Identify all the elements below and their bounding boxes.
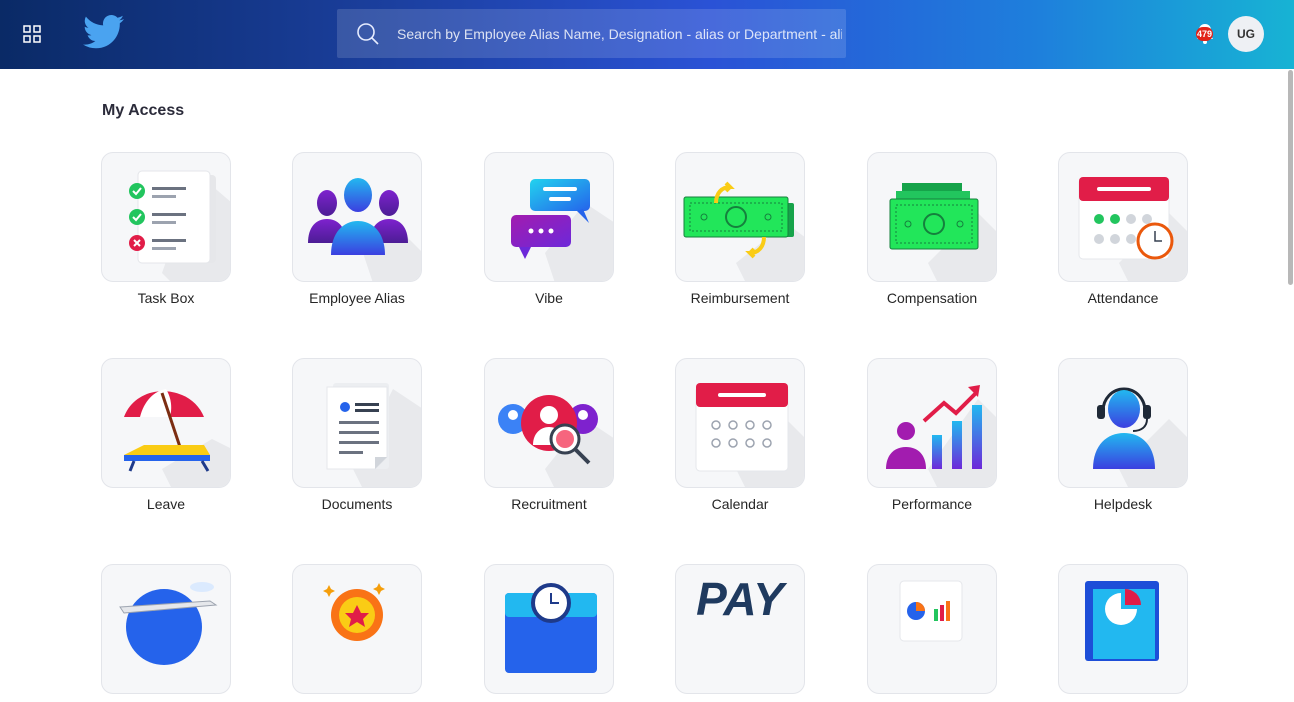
tile-label: Attendance [1087,290,1159,306]
section-title: My Access [102,102,185,119]
vibe-chat-icon [484,152,614,282]
payroll-icon: PAY [675,564,805,694]
analytics-icon [1058,564,1188,694]
tile-label: Compensation [886,290,978,306]
tile-timesheet[interactable] [484,564,614,702]
timesheet-icon [484,564,614,694]
search-icon [357,23,379,45]
tile-task-box[interactable]: Task Box [101,152,231,306]
tile-attendance[interactable]: Attendance [1058,152,1188,306]
tile-label: Helpdesk [1093,496,1153,512]
tile-label: Reimbursement [690,290,790,306]
user-avatar[interactable]: UG [1228,16,1264,52]
tile-label: Performance [891,496,973,512]
notification-count-badge: 479 [1196,27,1213,41]
recruitment-icon [484,358,614,488]
tile-vibe[interactable]: Vibe [484,152,614,306]
tile-label: Calendar [711,496,769,512]
tile-leave[interactable]: Leave [101,358,231,512]
documents-icon [292,358,422,488]
page-scrollbar[interactable] [1288,70,1293,285]
tile-label: Documents [321,496,393,512]
tile-compensation[interactable]: Compensation [867,152,997,306]
travel-icon [101,564,231,694]
tile-reimbursement[interactable]: Reimbursement [675,152,805,306]
reports-icon [867,564,997,694]
employee-alias-icon [292,152,422,282]
tile-label: Task Box [137,290,195,306]
tile-recruitment[interactable]: Recruitment [484,358,614,512]
search-input[interactable] [397,9,842,58]
tile-employee-alias[interactable]: Employee Alias [292,152,422,306]
rewards-icon [292,564,422,694]
attendance-icon [1058,152,1188,282]
tile-calendar[interactable]: Calendar [675,358,805,512]
tile-reports[interactable] [867,564,997,702]
leave-beach-icon [101,358,231,488]
calendar-icon [675,358,805,488]
search-bar [337,9,846,58]
app-grid-icon[interactable] [23,25,41,43]
reimbursement-icon [675,152,805,282]
tile-label: Employee Alias [309,290,405,306]
top-bar: 479 UG [0,0,1294,69]
tile-travel[interactable] [101,564,231,702]
tile-label: Vibe [535,290,563,306]
tile-label: Leave [146,496,186,512]
helpdesk-icon [1058,358,1188,488]
compensation-icon [867,152,997,282]
pay-text: PAY [696,573,788,625]
tile-documents[interactable]: Documents [292,358,422,512]
tile-payroll[interactable]: PAY [675,564,805,702]
twitter-bird-logo[interactable] [83,14,125,52]
tile-label: Recruitment [511,496,587,512]
performance-icon [867,358,997,488]
tile-analytics[interactable] [1058,564,1188,702]
tile-rewards[interactable] [292,564,422,702]
tile-performance[interactable]: Performance [867,358,997,512]
task-box-icon [101,152,231,282]
tile-helpdesk[interactable]: Helpdesk [1058,358,1188,512]
